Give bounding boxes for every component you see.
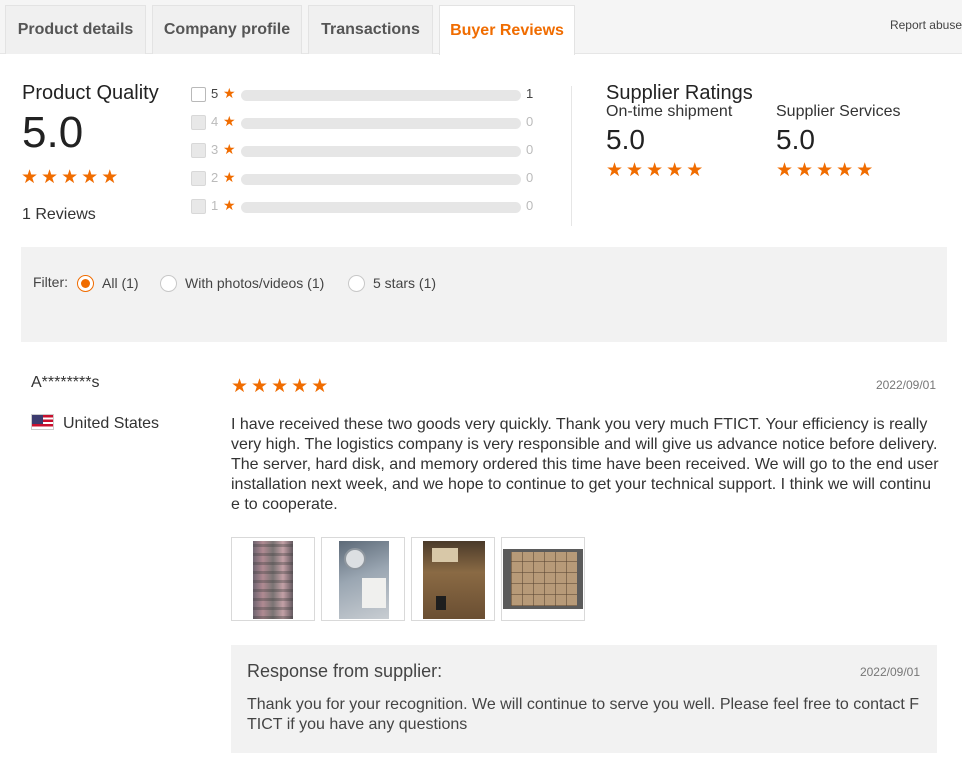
- response-text: Thank you for your recognition. We will …: [247, 696, 920, 733]
- rating-bar-track: [241, 118, 521, 129]
- rating-checkbox: [191, 143, 206, 158]
- divider: [571, 86, 572, 226]
- rating-bar-3: 3 ★ 0: [191, 141, 536, 160]
- filter-option-label: All (1): [102, 275, 139, 291]
- response-date: 2022/09/01: [859, 665, 920, 679]
- filter-panel: Filter: All (1) With photos/videos (1) 5…: [21, 247, 947, 342]
- tab-buyer-reviews[interactable]: Buyer Reviews: [439, 5, 575, 55]
- star-icon: ★: [21, 167, 39, 188]
- star-icon: ★: [223, 169, 236, 185]
- ontime-shipment-score: 5.0: [606, 124, 645, 155]
- supplier-services-stars: ★ ★ ★ ★ ★: [776, 161, 873, 180]
- tab-transactions[interactable]: Transactions: [308, 5, 433, 54]
- product-quality-title: Product Quality: [22, 82, 159, 104]
- rating-bar-label: 5: [211, 86, 219, 101]
- radio-icon: [160, 274, 177, 292]
- supplier-response: Response from supplier: 2022/09/01 Thank…: [231, 645, 937, 753]
- us-flag-icon: [31, 414, 54, 430]
- star-icon: ★: [776, 160, 794, 181]
- star-icon: ★: [606, 160, 624, 181]
- reviewer-name: A********s: [31, 374, 100, 391]
- tab-product-details[interactable]: Product details: [5, 5, 146, 54]
- rating-bar-count: 0: [526, 114, 534, 129]
- supplier-services-label: Supplier Services: [776, 103, 901, 120]
- filter-photos-radio[interactable]: With photos/videos (1): [160, 274, 324, 292]
- star-icon: ★: [856, 160, 874, 181]
- star-icon: ★: [223, 85, 236, 101]
- tab-bar: Product details Company profile Transact…: [0, 0, 962, 55]
- rating-bar-label: 3: [211, 142, 219, 157]
- star-icon: ★: [101, 167, 119, 188]
- supplier-services-score: 5.0: [776, 124, 815, 155]
- rating-bar-count: 0: [526, 198, 534, 213]
- star-icon: ★: [223, 197, 236, 213]
- rating-bar-5[interactable]: 5 ★ 1: [191, 85, 536, 104]
- star-icon: ★: [666, 160, 684, 181]
- review-stars: ★ ★ ★ ★ ★: [231, 377, 328, 396]
- star-icon: ★: [231, 376, 249, 397]
- rating-checkbox: [191, 115, 206, 130]
- hard-disk-photo[interactable]: [321, 537, 405, 621]
- rating-bar-label: 1: [211, 198, 219, 213]
- product-quality-stars: ★ ★ ★ ★ ★: [21, 168, 118, 187]
- rating-bar-count: 1: [526, 86, 534, 101]
- rating-checkbox: [191, 199, 206, 214]
- ontime-shipment-stars: ★ ★ ★ ★ ★: [606, 161, 703, 180]
- rating-bar-label: 2: [211, 170, 219, 185]
- response-title: Response from supplier:: [247, 661, 443, 681]
- radio-icon: [77, 274, 94, 292]
- star-icon: ★: [646, 160, 664, 181]
- star-icon: ★: [626, 160, 644, 181]
- filter-all-radio[interactable]: All (1): [77, 274, 139, 292]
- star-icon: ★: [251, 376, 269, 397]
- rating-bar-count: 0: [526, 170, 534, 185]
- rating-checkbox[interactable]: [191, 87, 206, 102]
- memory-modules-photo[interactable]: [231, 537, 315, 621]
- reviewer-country: United States: [63, 415, 160, 432]
- rating-bar-2: 2 ★ 0: [191, 169, 536, 188]
- rating-bar-track: [241, 90, 521, 101]
- star-icon: ★: [816, 160, 834, 181]
- star-icon: ★: [61, 167, 79, 188]
- rating-bar-count: 0: [526, 142, 534, 157]
- review-date: 2022/09/01: [875, 378, 936, 392]
- report-abuse-link[interactable]: Report abuse: [890, 18, 962, 32]
- review-text: I have received these two goods very qui…: [231, 416, 939, 513]
- star-icon: ★: [41, 167, 59, 188]
- rating-bar-label: 4: [211, 114, 219, 129]
- filter-5stars-radio[interactable]: 5 stars (1): [348, 274, 436, 292]
- star-icon: ★: [81, 167, 99, 188]
- rating-bar-track: [241, 146, 521, 157]
- rating-checkbox: [191, 171, 206, 186]
- star-icon: ★: [291, 376, 309, 397]
- review-photos: [231, 537, 585, 621]
- radio-icon: [348, 274, 365, 292]
- stacked-boxes-photo[interactable]: [501, 537, 585, 621]
- server-box-photo[interactable]: [411, 537, 495, 621]
- supplier-ratings-title: Supplier Ratings: [606, 82, 753, 104]
- star-icon: ★: [311, 376, 329, 397]
- filter-option-label: 5 stars (1): [373, 275, 437, 291]
- star-icon: ★: [223, 141, 236, 157]
- reviews-count: 1 Reviews: [22, 206, 96, 223]
- filter-label: Filter:: [33, 274, 68, 290]
- filter-option-label: With photos/videos (1): [185, 275, 325, 291]
- star-icon: ★: [271, 376, 289, 397]
- rating-bar-1: 1 ★ 0: [191, 197, 536, 216]
- star-icon: ★: [686, 160, 704, 181]
- rating-bar-track: [241, 174, 521, 185]
- star-icon: ★: [796, 160, 814, 181]
- star-icon: ★: [836, 160, 854, 181]
- rating-bar-4: 4 ★ 0: [191, 113, 536, 132]
- star-icon: ★: [223, 113, 236, 129]
- product-quality-score: 5.0: [22, 108, 84, 157]
- ontime-shipment-label: On-time shipment: [606, 103, 733, 120]
- rating-bar-track: [241, 202, 521, 213]
- tab-company-profile[interactable]: Company profile: [152, 5, 302, 54]
